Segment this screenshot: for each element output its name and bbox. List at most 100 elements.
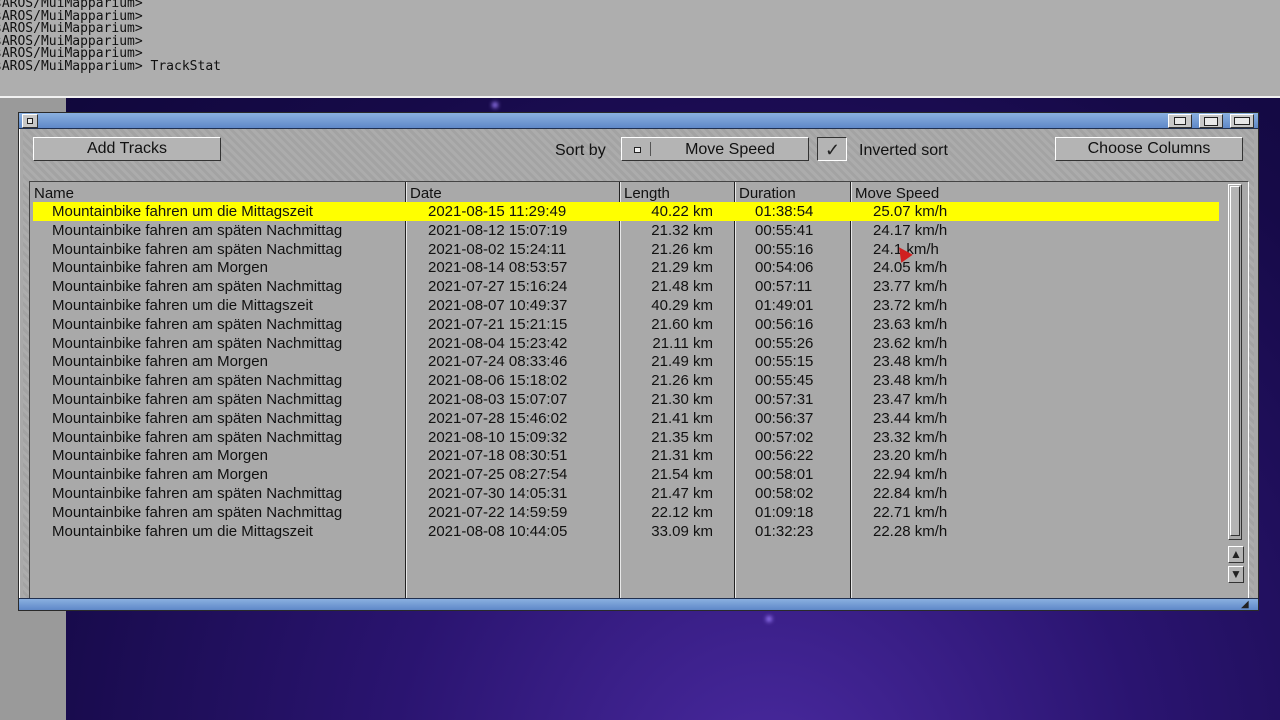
sort-by-cycle[interactable]: Move Speed xyxy=(621,137,809,161)
cell-name: Mountainbike fahren um die Mittagszeit xyxy=(52,203,313,220)
zoom-icon xyxy=(1204,117,1218,126)
scroll-down-button[interactable]: ▼ xyxy=(1228,566,1244,583)
inverted-sort-checkbox[interactable]: ✓ xyxy=(817,137,847,161)
cell-name: Mountainbike fahren am Morgen xyxy=(52,353,268,371)
cell-move-speed: 23.48 km/h xyxy=(873,372,948,390)
table-row[interactable]: Mountainbike fahren am späten Nachmittag… xyxy=(33,428,1219,447)
column-header-name[interactable]: Name xyxy=(34,185,74,202)
cell-name: Mountainbike fahren am späten Nachmittag xyxy=(52,240,343,258)
cell-duration: 00:55:15 xyxy=(755,353,814,371)
table-row[interactable]: Mountainbike fahren am Morgen 2021-07-18 … xyxy=(33,446,1219,465)
column-header-length[interactable]: Length xyxy=(624,185,670,202)
cell-date: 2021-07-27 15:16:24 xyxy=(428,278,568,296)
table-row[interactable]: Mountainbike fahren am Morgen 2021-08-14 … xyxy=(33,258,1219,277)
cell-name: Mountainbike fahren am späten Nachmittag xyxy=(52,409,343,427)
table-row[interactable]: Mountainbike fahren am Morgen 2021-07-24 … xyxy=(33,352,1219,371)
cell-length: 22.12 km xyxy=(651,503,713,521)
cell-name: Mountainbike fahren am späten Nachmittag xyxy=(52,221,343,239)
cell-length: 21.11 km xyxy=(652,334,713,352)
depth-button[interactable] xyxy=(1230,114,1254,128)
track-list[interactable]: Name Date Length Duration Move Speed Mou… xyxy=(29,181,1249,601)
scrollbar-knob[interactable] xyxy=(1230,186,1240,536)
column-header-move-speed[interactable]: Move Speed xyxy=(855,185,939,202)
resize-icon[interactable]: ◢ xyxy=(1241,600,1257,610)
table-row[interactable]: Mountainbike fahren um die Mittagszeit 20… xyxy=(33,522,1219,541)
cell-move-speed: 23.47 km/h xyxy=(873,391,948,408)
cell-duration: 01:38:54 xyxy=(755,203,814,220)
cell-duration: 01:32:23 xyxy=(755,522,814,540)
cell-duration: 00:55:26 xyxy=(755,334,814,352)
cell-move-speed: 23.63 km/h xyxy=(873,315,948,333)
cell-move-speed: 23.44 km/h xyxy=(873,409,948,427)
shell-output: sAROS/MuiMapparium> sAROS/MuiMapparium> … xyxy=(0,0,221,74)
iconify-button[interactable] xyxy=(1168,114,1192,128)
check-icon: ✓ xyxy=(825,140,841,160)
desktop-star xyxy=(492,102,498,108)
table-row[interactable]: Mountainbike fahren am späten Nachmittag… xyxy=(33,315,1219,334)
scroll-up-button[interactable]: ▲ xyxy=(1228,546,1244,563)
cell-length: 21.60 km xyxy=(651,315,713,333)
cell-move-speed: 23.72 km/h xyxy=(873,297,948,314)
cell-move-speed: 22.71 km/h xyxy=(873,503,948,521)
cell-length: 40.29 km xyxy=(651,297,713,314)
cell-move-speed: 25.07 km/h xyxy=(873,203,948,220)
cell-date: 2021-07-30 14:05:31 xyxy=(428,485,568,502)
window-content: Add Tracks Sort by Move Speed ✓ Inverted… xyxy=(23,129,1254,601)
choose-columns-button[interactable]: Choose Columns xyxy=(1055,137,1243,161)
cell-length: 21.54 km xyxy=(651,466,713,484)
cell-move-speed: 23.62 km/h xyxy=(873,334,948,352)
close-icon xyxy=(27,118,33,124)
cell-duration: 00:56:16 xyxy=(755,315,814,333)
cell-date: 2021-08-04 15:23:42 xyxy=(428,334,568,352)
table-row[interactable]: Mountainbike fahren am späten Nachmittag… xyxy=(33,240,1219,259)
cell-duration: 01:09:18 xyxy=(755,503,814,521)
depth-icon xyxy=(1234,117,1250,125)
cell-duration: 00:54:06 xyxy=(755,259,814,277)
cell-name: Mountainbike fahren am späten Nachmittag xyxy=(52,485,343,502)
cell-name: Mountainbike fahren am Morgen xyxy=(52,259,268,277)
table-row[interactable]: Mountainbike fahren am späten Nachmittag… xyxy=(33,390,1219,409)
cell-name: Mountainbike fahren am späten Nachmittag xyxy=(52,372,343,390)
shell-window[interactable]: sAROS/MuiMapparium> sAROS/MuiMapparium> … xyxy=(0,0,1280,98)
column-header-date[interactable]: Date xyxy=(410,185,442,202)
cell-length: 21.31 km xyxy=(651,447,713,465)
table-row[interactable]: Mountainbike fahren am späten Nachmittag… xyxy=(33,334,1219,353)
cell-length: 21.48 km xyxy=(651,278,713,296)
table-row[interactable]: Mountainbike fahren am späten Nachmittag… xyxy=(33,484,1219,503)
table-row[interactable]: Mountainbike fahren um die Mittagszeit 20… xyxy=(33,202,1219,221)
cell-duration: 00:55:45 xyxy=(755,372,814,390)
cell-name: Mountainbike fahren am späten Nachmittag xyxy=(52,278,343,296)
table-row[interactable]: Mountainbike fahren am späten Nachmittag… xyxy=(33,277,1219,296)
cell-move-speed: 23.77 km/h xyxy=(873,278,948,296)
arrow-up-icon: ▲ xyxy=(1230,547,1242,561)
cell-move-speed: 22.84 km/h xyxy=(873,485,948,502)
close-button[interactable] xyxy=(22,114,38,128)
table-row[interactable]: Mountainbike fahren am späten Nachmittag… xyxy=(33,221,1219,240)
cell-move-speed: 24.05 km/h xyxy=(873,259,948,277)
table-row[interactable]: Mountainbike fahren um die Mittagszeit 20… xyxy=(33,296,1219,315)
cell-length: 21.32 km xyxy=(651,221,713,239)
cell-length: 21.29 km xyxy=(651,259,713,277)
cell-duration: 01:49:01 xyxy=(755,297,814,314)
add-tracks-button[interactable]: Add Tracks xyxy=(33,137,221,161)
zoom-button[interactable] xyxy=(1199,114,1223,128)
window-title-bar[interactable] xyxy=(19,113,1258,129)
cell-duration: 00:58:02 xyxy=(755,485,814,502)
cell-name: Mountainbike fahren am Morgen xyxy=(52,466,268,484)
vertical-scrollbar[interactable] xyxy=(1228,184,1242,540)
cell-name: Mountainbike fahren am Morgen xyxy=(52,447,268,465)
cell-name: Mountainbike fahren am späten Nachmittag xyxy=(52,334,343,352)
trackstat-window: Add Tracks Sort by Move Speed ✓ Inverted… xyxy=(18,112,1259,611)
cell-date: 2021-08-03 15:07:07 xyxy=(428,391,568,408)
cell-name: Mountainbike fahren am späten Nachmittag xyxy=(52,391,343,408)
table-row[interactable]: Mountainbike fahren am späten Nachmittag… xyxy=(33,409,1219,428)
table-row[interactable]: Mountainbike fahren am Morgen 2021-07-25 … xyxy=(33,465,1219,484)
table-row[interactable]: Mountainbike fahren am späten Nachmittag… xyxy=(33,503,1219,522)
cell-duration: 00:57:11 xyxy=(755,278,813,296)
cell-duration: 00:57:31 xyxy=(755,391,814,408)
table-row[interactable]: Mountainbike fahren am späten Nachmittag… xyxy=(33,371,1219,390)
cell-duration: 00:55:41 xyxy=(755,221,814,239)
arrow-down-icon: ▼ xyxy=(1230,567,1242,581)
cell-duration: 00:56:22 xyxy=(755,447,814,465)
column-header-duration[interactable]: Duration xyxy=(739,185,796,202)
